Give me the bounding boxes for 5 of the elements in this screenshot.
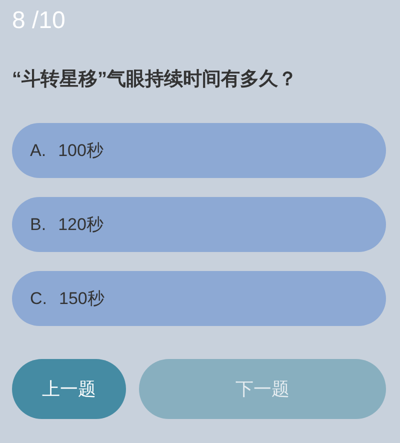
answer-option[interactable]: A. 100秒 — [12, 123, 386, 178]
question-text: “斗转星移”气眼持续时间有多久？ — [12, 68, 298, 92]
previous-button[interactable]: 上一题 — [12, 359, 126, 419]
answer-option[interactable]: C. 150秒 — [12, 271, 386, 326]
answer-option[interactable]: B. 120秒 — [12, 197, 386, 252]
